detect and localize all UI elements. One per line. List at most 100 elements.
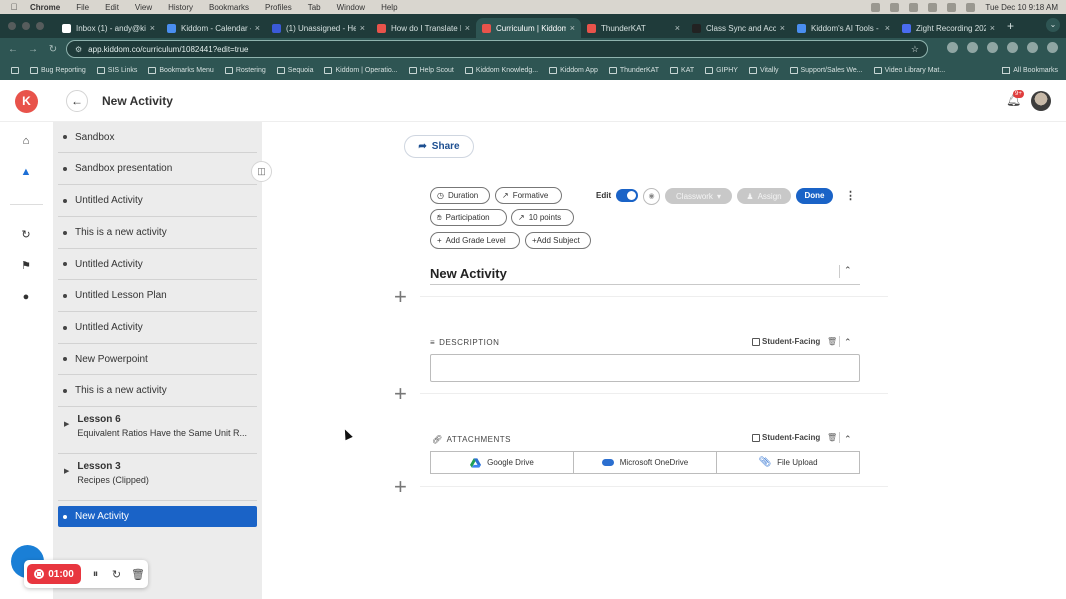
onedrive-button[interactable]: Microsoft OneDrive bbox=[574, 452, 717, 473]
collapse-sidebar-icon[interactable]: ◫ bbox=[251, 161, 272, 182]
tab-search-icon[interactable]: ⌄ bbox=[1046, 18, 1060, 32]
browser-tab[interactable]: (1) Unassigned - Hel × bbox=[266, 18, 371, 38]
forward-arrow-icon[interactable]: → bbox=[26, 44, 40, 55]
file-upload-button[interactable]: 📎︎ File Upload bbox=[717, 452, 859, 473]
close-tab-icon[interactable]: × bbox=[360, 23, 365, 33]
browser-tab[interactable]: How do I Translate K × bbox=[371, 18, 476, 38]
student-facing-checkbox[interactable]: Student-Facing bbox=[752, 337, 820, 346]
sidebar-item[interactable]: This is a new activity bbox=[58, 375, 257, 407]
menu-file[interactable]: File bbox=[76, 3, 89, 12]
student-facing-checkbox[interactable]: Student-Facing bbox=[752, 433, 820, 442]
bookmark-item[interactable]: Bug Reporting bbox=[30, 66, 86, 74]
lesson-item[interactable]: ▶ Lesson 3 Recipes (Clipped) bbox=[58, 454, 257, 501]
close-tab-icon[interactable]: × bbox=[780, 23, 785, 33]
bookmark-star-icon[interactable]: ☆ bbox=[911, 44, 919, 55]
extension-icon[interactable] bbox=[967, 42, 978, 53]
more-options-icon[interactable]: ⋮ bbox=[845, 189, 856, 202]
menu-profiles[interactable]: Profiles bbox=[265, 3, 292, 12]
sidebar-item[interactable]: New Powerpoint bbox=[58, 344, 257, 375]
points-chip[interactable]: ↗ 10 points bbox=[511, 209, 574, 226]
sidebar-item[interactable]: Untitled Activity bbox=[58, 249, 257, 280]
trash-icon[interactable]: 🗑︎ bbox=[827, 337, 837, 346]
restart-icon[interactable]: ↻ bbox=[110, 568, 123, 581]
chrome-menu-icon[interactable] bbox=[1047, 42, 1058, 53]
address-bar[interactable]: ⚙ app.kiddom.co/curriculum/1082441?edit=… bbox=[66, 40, 928, 58]
close-tab-icon[interactable]: × bbox=[570, 23, 575, 33]
sidebar-item[interactable]: This is a new activity bbox=[58, 217, 257, 249]
close-tab-icon[interactable]: × bbox=[885, 23, 890, 33]
menu-edit[interactable]: Edit bbox=[105, 3, 119, 12]
menu-bookmarks[interactable]: Bookmarks bbox=[209, 3, 249, 12]
sidebar-item-active[interactable]: New Activity bbox=[58, 506, 257, 527]
assign-button[interactable]: ♟ Assign bbox=[737, 188, 791, 204]
reload-icon[interactable]: ↻ bbox=[46, 44, 60, 55]
home-icon[interactable]: ⌂ bbox=[19, 135, 33, 149]
bookmark-item[interactable]: ThunderKAT bbox=[608, 66, 659, 74]
apple-icon[interactable]:  bbox=[6, 2, 22, 12]
chevron-up-icon[interactable]: ⌃ bbox=[844, 434, 852, 445]
browser-tab[interactable]: Class Sync and Acco × bbox=[686, 18, 791, 38]
extension-icon[interactable] bbox=[947, 42, 958, 53]
bookmark-item[interactable]: Video Library Mat... bbox=[873, 66, 945, 74]
close-tab-icon[interactable]: × bbox=[255, 23, 260, 33]
battery-icon[interactable] bbox=[966, 2, 976, 12]
browser-tab[interactable]: Inbox (1) - andy@kid × bbox=[56, 18, 161, 38]
status-icon[interactable] bbox=[871, 2, 881, 12]
preview-eye-icon[interactable]: ◉ bbox=[643, 188, 660, 205]
done-button[interactable]: Done bbox=[796, 188, 833, 204]
bookmark-item[interactable]: Help Scout bbox=[408, 66, 454, 74]
close-window-icon[interactable] bbox=[8, 22, 16, 30]
share-button[interactable]: ➦ Share bbox=[404, 135, 474, 158]
wifi-icon[interactable] bbox=[947, 2, 957, 12]
sync-icon[interactable]: ↻ bbox=[19, 228, 33, 242]
stop-recording-button[interactable]: 01:00 bbox=[27, 564, 81, 584]
avatar[interactable] bbox=[1031, 91, 1051, 111]
add-block-icon[interactable]: + bbox=[394, 476, 407, 498]
expand-caret-icon[interactable]: ▶ bbox=[64, 467, 69, 475]
lesson-item[interactable]: ▶ Lesson 6 Equivalent Ratios Have the Sa… bbox=[58, 407, 257, 454]
chevron-up-icon[interactable]: ⌃ bbox=[844, 265, 852, 276]
new-tab-button[interactable]: + bbox=[1007, 19, 1014, 33]
sidebar-item[interactable]: Sandbox presentation bbox=[58, 153, 257, 185]
apps-grid-icon[interactable] bbox=[11, 66, 19, 74]
all-bookmarks[interactable]: All Bookmarks bbox=[1002, 66, 1058, 74]
menu-window[interactable]: Window bbox=[337, 3, 365, 12]
browser-tab[interactable]: Zight Recording 202 × bbox=[896, 18, 1001, 38]
browser-tab[interactable]: ThunderKAT × bbox=[581, 18, 686, 38]
clock[interactable]: Tue Dec 10 9:18 AM bbox=[985, 3, 1058, 12]
sidebar-item[interactable]: Untitled Activity bbox=[58, 312, 257, 344]
google-drive-button[interactable]: Google Drive bbox=[431, 452, 574, 473]
menu-help[interactable]: Help bbox=[381, 3, 397, 12]
bookmark-item[interactable]: Kiddom Knowledg... bbox=[464, 66, 538, 74]
sidebar-item[interactable]: Untitled Activity bbox=[58, 185, 257, 217]
activity-title[interactable]: New Activity bbox=[430, 266, 507, 281]
bookmark-item[interactable]: Kiddom App bbox=[549, 66, 598, 74]
curriculum-icon[interactable]: ▲ bbox=[19, 166, 33, 180]
person-icon[interactable]: ● bbox=[19, 291, 33, 305]
trash-icon[interactable]: 🗑︎ bbox=[827, 433, 837, 442]
expand-caret-icon[interactable]: ▶ bbox=[64, 420, 69, 428]
bookmark-item[interactable]: Rostering bbox=[224, 66, 266, 74]
menu-view[interactable]: View bbox=[135, 3, 152, 12]
add-block-icon[interactable]: + bbox=[394, 383, 407, 405]
duration-chip[interactable]: ◷ Duration bbox=[430, 187, 490, 204]
bookmark-item[interactable]: Vitally bbox=[748, 66, 779, 74]
maximize-window-icon[interactable] bbox=[36, 22, 44, 30]
status-icon[interactable] bbox=[890, 2, 900, 12]
chevron-up-icon[interactable]: ⌃ bbox=[844, 337, 852, 348]
menu-tab[interactable]: Tab bbox=[308, 3, 321, 12]
bookmark-item[interactable]: Support/Sales We... bbox=[789, 66, 863, 74]
description-input[interactable] bbox=[430, 354, 860, 382]
bookmark-item[interactable]: GIPHY bbox=[705, 66, 738, 74]
flag-icon[interactable]: ⚑ bbox=[19, 259, 33, 273]
close-tab-icon[interactable]: × bbox=[150, 23, 155, 33]
sidebar-item[interactable]: Sandbox bbox=[58, 122, 257, 153]
bookmark-item[interactable]: SIS Links bbox=[96, 66, 137, 74]
close-tab-icon[interactable]: × bbox=[990, 23, 995, 33]
site-info-icon[interactable]: ⚙ bbox=[75, 45, 82, 54]
add-grade-level-button[interactable]: + Add Grade Level bbox=[430, 232, 520, 249]
edit-toggle[interactable] bbox=[616, 189, 638, 202]
close-tab-icon[interactable]: × bbox=[465, 23, 470, 33]
profile-icon[interactable] bbox=[1027, 42, 1038, 53]
menu-app-name[interactable]: Chrome bbox=[30, 3, 60, 12]
